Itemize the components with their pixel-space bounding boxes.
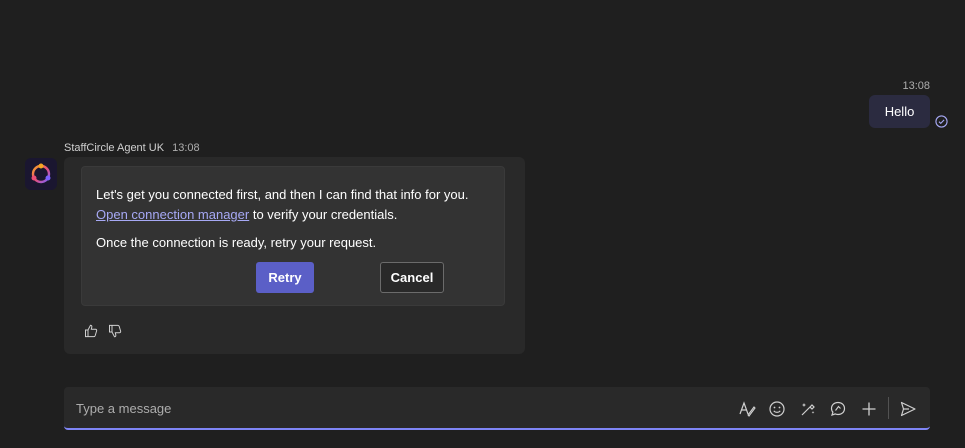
compose-divider [888, 397, 889, 419]
card-line-1: Let's get you connected first, and then … [96, 185, 496, 225]
card-line-2: Once the connection is ready, retry your… [96, 235, 377, 250]
retry-button[interactable]: Retry [256, 262, 314, 293]
outgoing-message[interactable]: Hello [869, 95, 930, 128]
open-connection-manager-link[interactable]: Open connection manager [96, 207, 249, 222]
send-icon[interactable] [898, 399, 918, 419]
agent-message-header: StaffCircle Agent UK 13:08 [64, 142, 200, 154]
agent-name: StaffCircle Agent UK [64, 142, 165, 154]
copilot-chat-icon[interactable] [828, 399, 848, 419]
card-line-1-text: Let's get you connected first, and then … [96, 187, 469, 202]
read-receipt-icon [935, 115, 948, 128]
message-input[interactable] [76, 397, 716, 419]
feedback-reactions [83, 323, 123, 339]
cancel-button[interactable]: Cancel [380, 262, 444, 293]
card-line-1-suffix: to verify your credentials. [249, 207, 398, 222]
compose-box [64, 387, 930, 430]
adaptive-card: Let's get you connected first, and then … [81, 166, 505, 306]
chat-window: 13:08 Hello StaffCircle Agent UK 13:08 L… [0, 0, 965, 448]
agent-message: Let's get you connected first, and then … [64, 157, 525, 354]
thumbs-up-icon[interactable] [83, 323, 99, 339]
format-icon[interactable] [737, 399, 757, 419]
agent-avatar[interactable] [25, 158, 57, 190]
outgoing-timestamp: 13:08 [902, 80, 930, 92]
plus-icon[interactable] [859, 399, 879, 419]
agent-timestamp: 13:08 [172, 142, 200, 154]
loop-component-icon[interactable] [798, 399, 818, 419]
staffcircle-logo-icon [31, 163, 51, 184]
emoji-icon[interactable] [767, 399, 787, 419]
thumbs-down-icon[interactable] [107, 323, 123, 339]
